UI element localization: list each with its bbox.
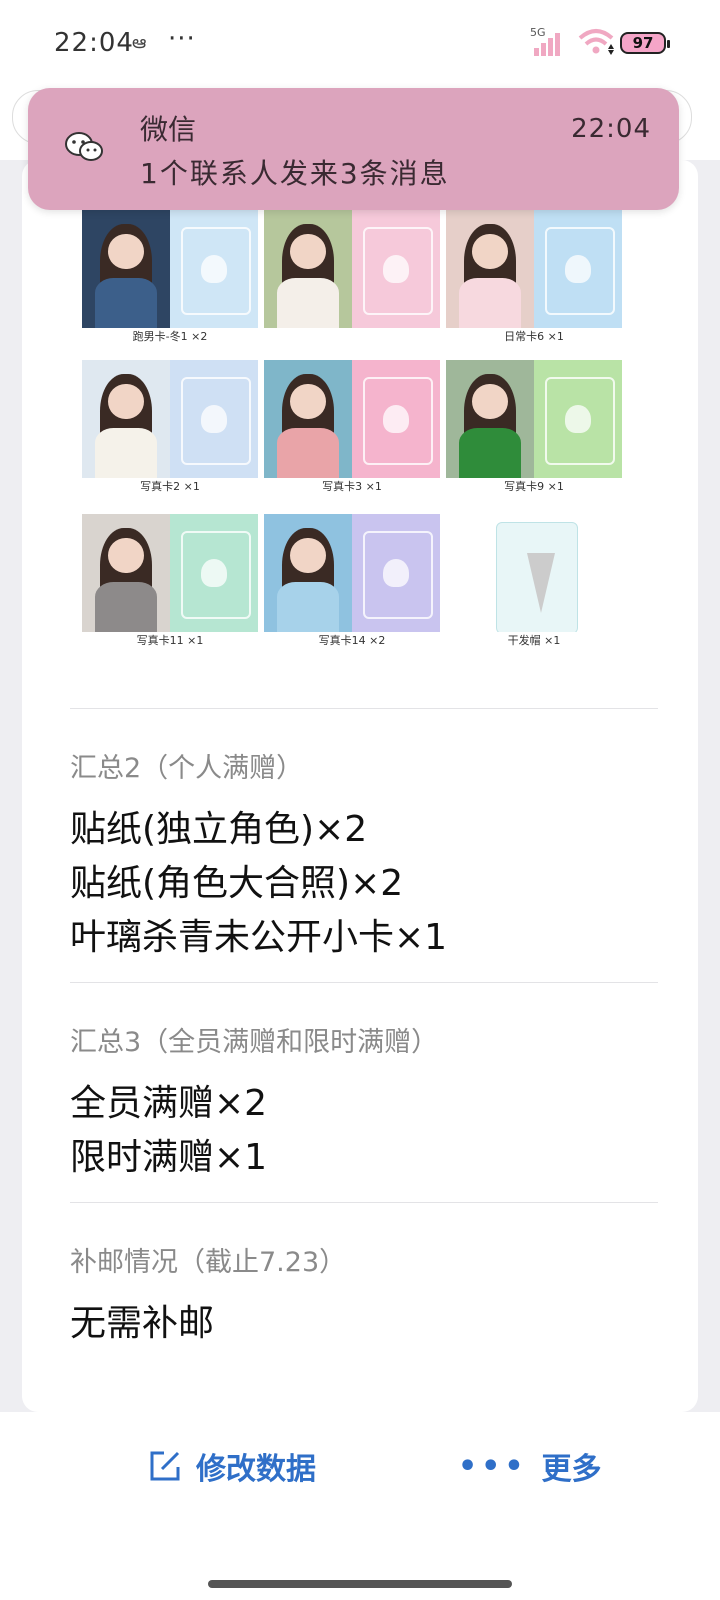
edit-data-label: 修改数据 — [196, 1452, 316, 1487]
product-image — [446, 210, 622, 328]
more-notifications-icon: ··· — [168, 24, 196, 54]
wechat-notification[interactable]: 微信 22:04 1个联系人发来3条消息 — [28, 88, 679, 210]
product-image — [82, 360, 258, 478]
summary2-line: 贴纸(角色大合照)×2 — [70, 863, 404, 904]
product-image — [82, 210, 258, 328]
product-image — [264, 360, 440, 478]
battery-icon: 97 — [620, 32, 670, 54]
product-caption: 写真卡11 ×1 — [136, 634, 204, 647]
summary2-line: 叶璃杀青未公开小卡×1 — [70, 917, 448, 958]
edit-icon — [150, 1451, 180, 1481]
product-caption: 跑男卡-冬1 ×2 — [132, 330, 208, 343]
notification-message: 1个联系人发来3条消息 — [140, 157, 450, 190]
notification-app-name: 微信 — [140, 113, 197, 146]
divider — [70, 708, 658, 709]
product-caption: 日常卡6 ×1 — [504, 330, 564, 343]
signal-icon — [534, 33, 560, 56]
notification-time: 22:04 — [571, 114, 651, 144]
product-image — [264, 210, 440, 328]
more-button[interactable]: ••• 更多 — [458, 1436, 602, 1496]
bottom-action-bar: 修改数据 ••• 更多 — [0, 1412, 720, 1600]
product-image — [446, 360, 622, 478]
product-image — [82, 514, 258, 632]
product-caption: 干发帽 ×1 — [507, 634, 561, 647]
order-detail-card: 跑男卡-冬1 ×2 日常卡6 ×1 写真卡2 ×1 写真卡3 ×1 写真卡9 ×… — [22, 160, 698, 1412]
product-caption: 写真卡2 ×1 — [140, 480, 200, 493]
hair-towel-package — [496, 522, 578, 632]
notification-app-icon: ఆ — [132, 32, 147, 53]
summary2-line: 贴纸(独立角色)×2 — [70, 809, 368, 850]
wifi-icon — [578, 29, 614, 55]
summary2-title: 汇总2（个人满赠） — [70, 753, 304, 784]
product-image — [446, 514, 622, 632]
status-bar: 22:04 ఆ ··· 5G 97 — [0, 0, 720, 88]
wechat-icon — [65, 132, 103, 161]
shipping-title: 补邮情况（截止7.23） — [70, 1247, 347, 1278]
divider — [70, 1202, 658, 1203]
product-caption: 写真卡3 ×1 — [322, 480, 382, 493]
product-caption: 写真卡9 ×1 — [504, 480, 564, 493]
summary3-line: 全员满赠×2 — [70, 1083, 268, 1124]
status-time: 22:04 — [54, 28, 134, 58]
more-dots-icon: ••• — [458, 1448, 528, 1484]
shipping-value: 无需补邮 — [70, 1303, 215, 1344]
more-label: 更多 — [541, 1452, 602, 1487]
summary3-line: 限时满赠×1 — [70, 1137, 268, 1178]
edit-data-button[interactable]: 修改数据 — [148, 1436, 316, 1496]
product-caption: 写真卡14 ×2 — [318, 634, 386, 647]
home-indicator[interactable] — [208, 1580, 512, 1588]
product-image — [264, 514, 440, 632]
summary3-title: 汇总3（全员满赠和限时满赠） — [70, 1027, 439, 1058]
divider — [70, 982, 658, 983]
